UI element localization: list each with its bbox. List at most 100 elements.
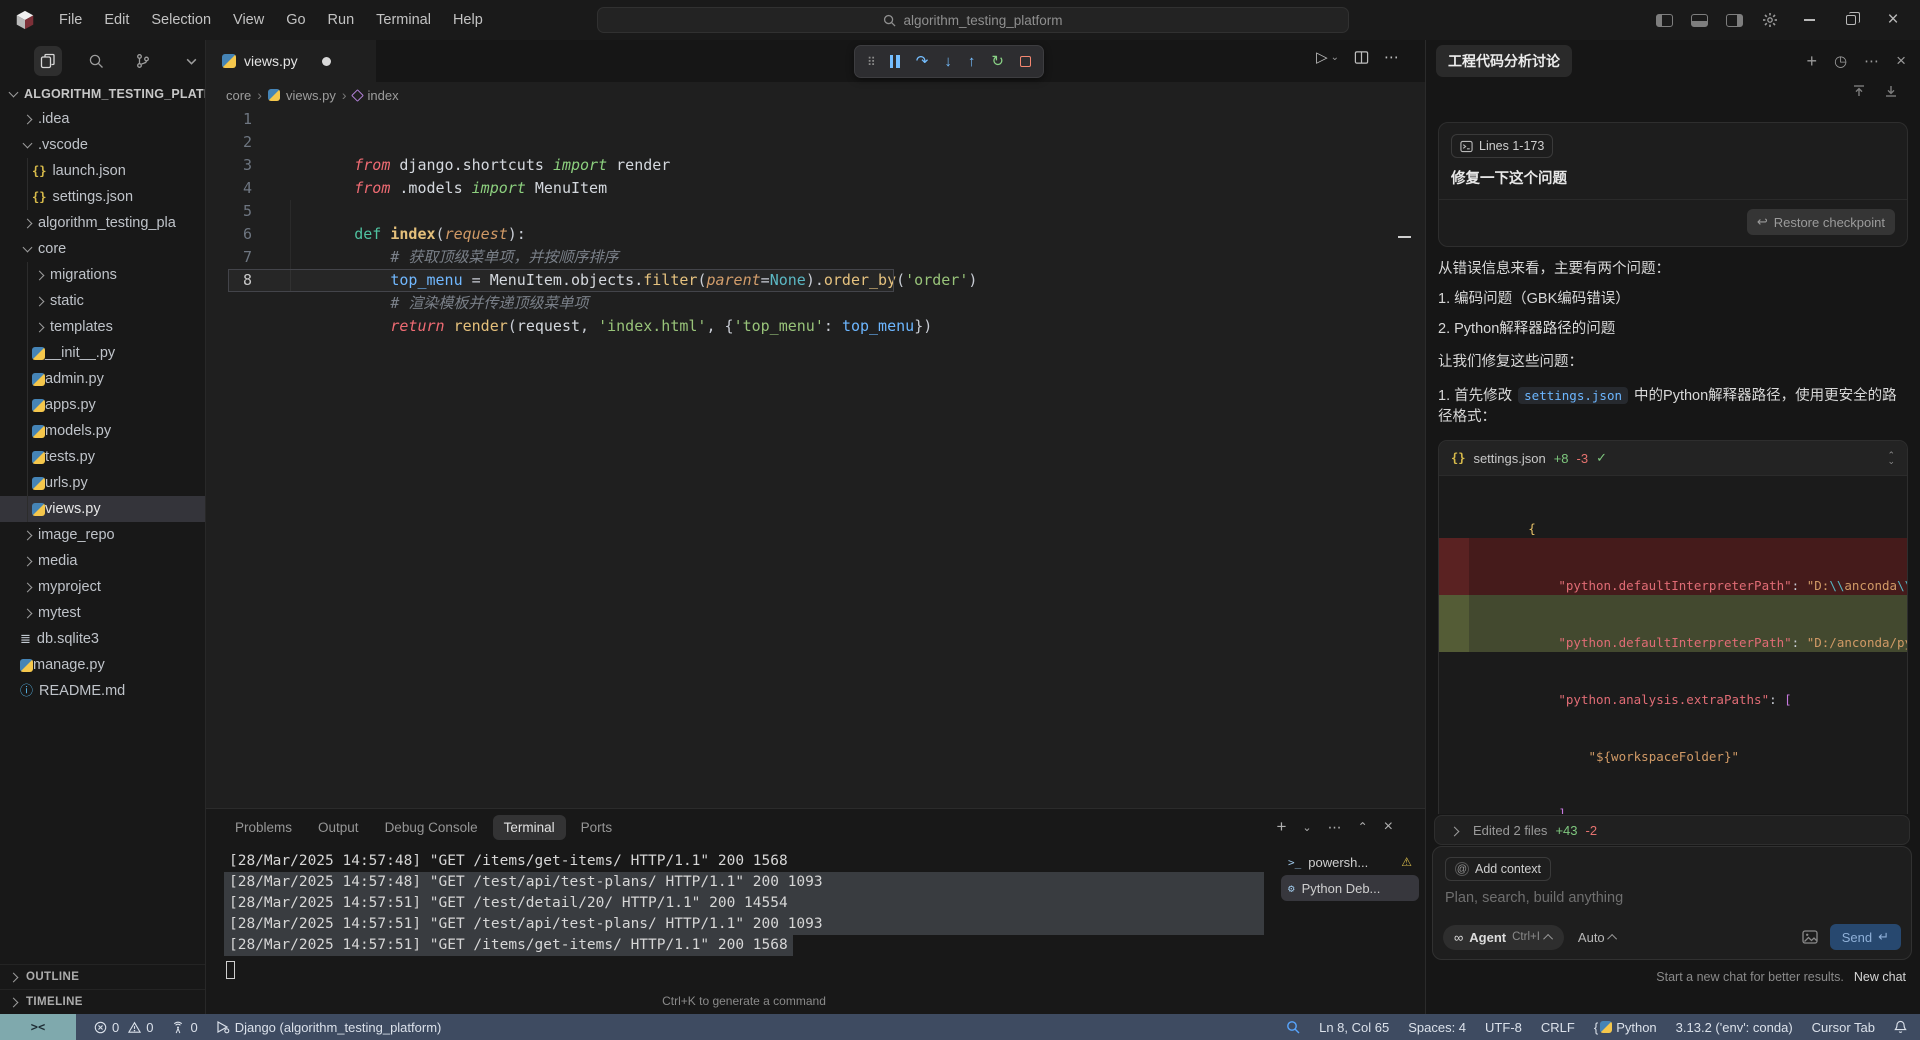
close-button[interactable]: × xyxy=(1876,6,1910,34)
source-control-icon[interactable] xyxy=(130,46,158,76)
close-panel-icon[interactable]: × xyxy=(1384,818,1393,836)
restart-button[interactable]: ↻ xyxy=(991,54,1004,69)
tree-item[interactable]: manage.py xyxy=(0,652,205,678)
workspace-root[interactable]: ALGORITHM_TESTING_PLATFORM xyxy=(0,82,205,106)
minimize-button[interactable] xyxy=(1792,6,1826,34)
menu-item[interactable]: Go xyxy=(275,8,316,32)
bell-icon[interactable] xyxy=(1894,1020,1907,1034)
code-line[interactable]: 7 # 渲染模板并传递顶级菜单项 xyxy=(206,246,1425,312)
tab-views-py[interactable]: views.py xyxy=(206,40,376,82)
tree-item[interactable]: .vscode xyxy=(0,132,205,158)
panel-tab[interactable]: Problems xyxy=(224,815,303,840)
menu-item[interactable]: View xyxy=(222,8,275,32)
indentation[interactable]: Spaces: 4 xyxy=(1408,1020,1466,1035)
tree-item[interactable]: admin.py xyxy=(0,366,205,392)
run-dropdown-icon[interactable]: ⌄ xyxy=(1331,52,1339,63)
encoding[interactable]: UTF-8 xyxy=(1485,1020,1522,1035)
history-icon[interactable]: ◷ xyxy=(1834,52,1847,70)
restore-checkpoint-button[interactable]: ↩ Restore checkpoint xyxy=(1746,209,1895,235)
tree-item[interactable]: models.py xyxy=(0,418,205,444)
step-into-button[interactable]: ↓ xyxy=(944,54,952,69)
tree-item[interactable]: media xyxy=(0,548,205,574)
toggle-left-sidebar-icon[interactable] xyxy=(1656,13,1673,27)
tree-item[interactable]: {} launch.json xyxy=(0,158,205,184)
send-button[interactable]: Send ↵ xyxy=(1829,924,1901,950)
diff-code[interactable]: { "python.defaultInterpreterPath": "D:\\… xyxy=(1439,476,1907,814)
tree-item[interactable]: myproject xyxy=(0,574,205,600)
terminal-output[interactable]: [28/Mar/2025 14:57:48] "GET /items/get-i… xyxy=(224,851,1264,956)
tree-item[interactable]: views.py xyxy=(0,496,205,522)
terminal-session-item[interactable]: >_ powersh... ⚠ xyxy=(1281,849,1419,875)
tree-item[interactable]: image_repo xyxy=(0,522,205,548)
eol-sequence[interactable]: CRLF xyxy=(1541,1020,1575,1035)
menu-item[interactable]: File xyxy=(48,8,93,32)
tree-item[interactable]: core xyxy=(0,236,205,262)
more-views-chevron-icon[interactable] xyxy=(177,46,205,76)
tree-item[interactable]: mytest xyxy=(0,600,205,626)
panel-more-icon[interactable]: ⋯ xyxy=(1328,819,1342,836)
step-over-button[interactable]: ↷ xyxy=(916,54,929,69)
tree-item[interactable]: templates xyxy=(0,314,205,340)
step-out-button[interactable]: ↑ xyxy=(968,54,976,69)
cursor-position[interactable]: Ln 8, Col 65 xyxy=(1319,1020,1389,1035)
chat-title[interactable]: 工程代码分析讨论 xyxy=(1436,45,1572,77)
scroll-to-bottom-icon[interactable] xyxy=(1884,84,1898,98)
menu-item[interactable]: Terminal xyxy=(365,8,442,32)
toggle-bottom-panel-icon[interactable] xyxy=(1691,13,1708,27)
cursor-tab-toggle[interactable]: Cursor Tab xyxy=(1812,1020,1875,1035)
tree-item[interactable]: ⓘ README.md xyxy=(0,678,205,704)
tree-item[interactable]: ≣ db.sqlite3 xyxy=(0,626,205,652)
terminal-session-item[interactable]: ⚙ Python Deb... xyxy=(1281,875,1419,901)
breadcrumb-symbol[interactable]: index xyxy=(368,88,399,103)
diff-block-header[interactable]: {} settings.json +8 -3 ✓ ⌃ ⌄ xyxy=(1439,441,1907,476)
close-chat-icon[interactable]: × xyxy=(1896,51,1906,71)
tree-item[interactable]: urls.py xyxy=(0,470,205,496)
code-line[interactable]: 3 xyxy=(206,154,1425,177)
drag-handle-icon[interactable]: ⠿ xyxy=(867,55,876,69)
expand-collapse-icon[interactable]: ⌃ ⌄ xyxy=(1887,451,1895,466)
tree-item[interactable]: static xyxy=(0,288,205,314)
run-python-button[interactable]: ▷ xyxy=(1316,48,1328,66)
menu-item[interactable]: Selection xyxy=(140,8,222,32)
tree-item[interactable]: apps.py xyxy=(0,392,205,418)
edited-files-summary[interactable]: Edited 2 files +43 -2 xyxy=(1434,815,1910,845)
tree-item[interactable]: {} settings.json xyxy=(0,184,205,210)
breadcrumb-folder[interactable]: core xyxy=(226,88,251,103)
panel-tab[interactable]: Debug Console xyxy=(374,815,489,840)
terminal-dropdown-icon[interactable]: ⌄ xyxy=(1302,821,1311,834)
context-lines-chip[interactable]: Lines 1-173 xyxy=(1451,134,1554,158)
panel-tab[interactable]: Ports xyxy=(570,815,624,840)
stop-button[interactable] xyxy=(1019,56,1031,67)
agent-mode-selector[interactable]: ∞ Agent Ctrl+I xyxy=(1443,924,1564,950)
new-chat-link[interactable]: New chat xyxy=(1854,970,1906,984)
modified-dot-icon[interactable] xyxy=(321,56,331,66)
tree-item[interactable]: tests.py xyxy=(0,444,205,470)
interpreter-selector[interactable]: 3.13.2 ('env': conda) xyxy=(1676,1020,1793,1035)
editor-more-actions-icon[interactable]: ⋯ xyxy=(1384,48,1399,66)
global-search-input[interactable]: algorithm_testing_platform xyxy=(597,7,1349,33)
restore-button[interactable] xyxy=(1834,6,1868,34)
debug-session-status[interactable]: Django (algorithm_testing_platform) xyxy=(216,1020,441,1035)
menu-item[interactable]: Run xyxy=(317,8,366,32)
chat-composer[interactable]: @ Add context Plan, search, build anythi… xyxy=(1432,846,1912,960)
zoom-indicator-icon[interactable] xyxy=(1286,1020,1300,1034)
tree-item[interactable]: algorithm_testing_pla xyxy=(0,210,205,236)
forwarded-ports-status[interactable]: 0 xyxy=(171,1020,198,1035)
inline-code-chip[interactable]: settings.json xyxy=(1518,387,1628,404)
breadcrumb-file[interactable]: views.py xyxy=(286,88,336,103)
code-line[interactable]: 2 from .models import MenuItem xyxy=(206,131,1425,197)
gear-icon[interactable] xyxy=(1762,12,1778,28)
add-context-button[interactable]: @ Add context xyxy=(1445,857,1552,881)
panel-tab[interactable]: Output xyxy=(307,815,370,840)
panel-tab[interactable]: Terminal xyxy=(492,814,566,840)
tree-item[interactable]: .idea xyxy=(0,106,205,132)
composer-input[interactable]: Plan, search, build anything xyxy=(1445,890,1899,906)
tree-item[interactable]: __init__.py xyxy=(0,340,205,366)
attach-image-icon[interactable] xyxy=(1802,930,1818,944)
chat-more-icon[interactable]: ⋯ xyxy=(1864,52,1879,70)
remote-indicator[interactable]: >< xyxy=(0,1014,76,1040)
code-editor[interactable]: 1 from django.shortcuts import render 2 … xyxy=(206,108,1425,335)
code-line[interactable]: 5 # 获取顶级菜单项，并按顺序排序 xyxy=(206,200,1425,266)
scroll-to-top-icon[interactable] xyxy=(1852,84,1866,98)
code-line[interactable]: 8 return render(request, 'index.html', {… xyxy=(206,269,1425,335)
